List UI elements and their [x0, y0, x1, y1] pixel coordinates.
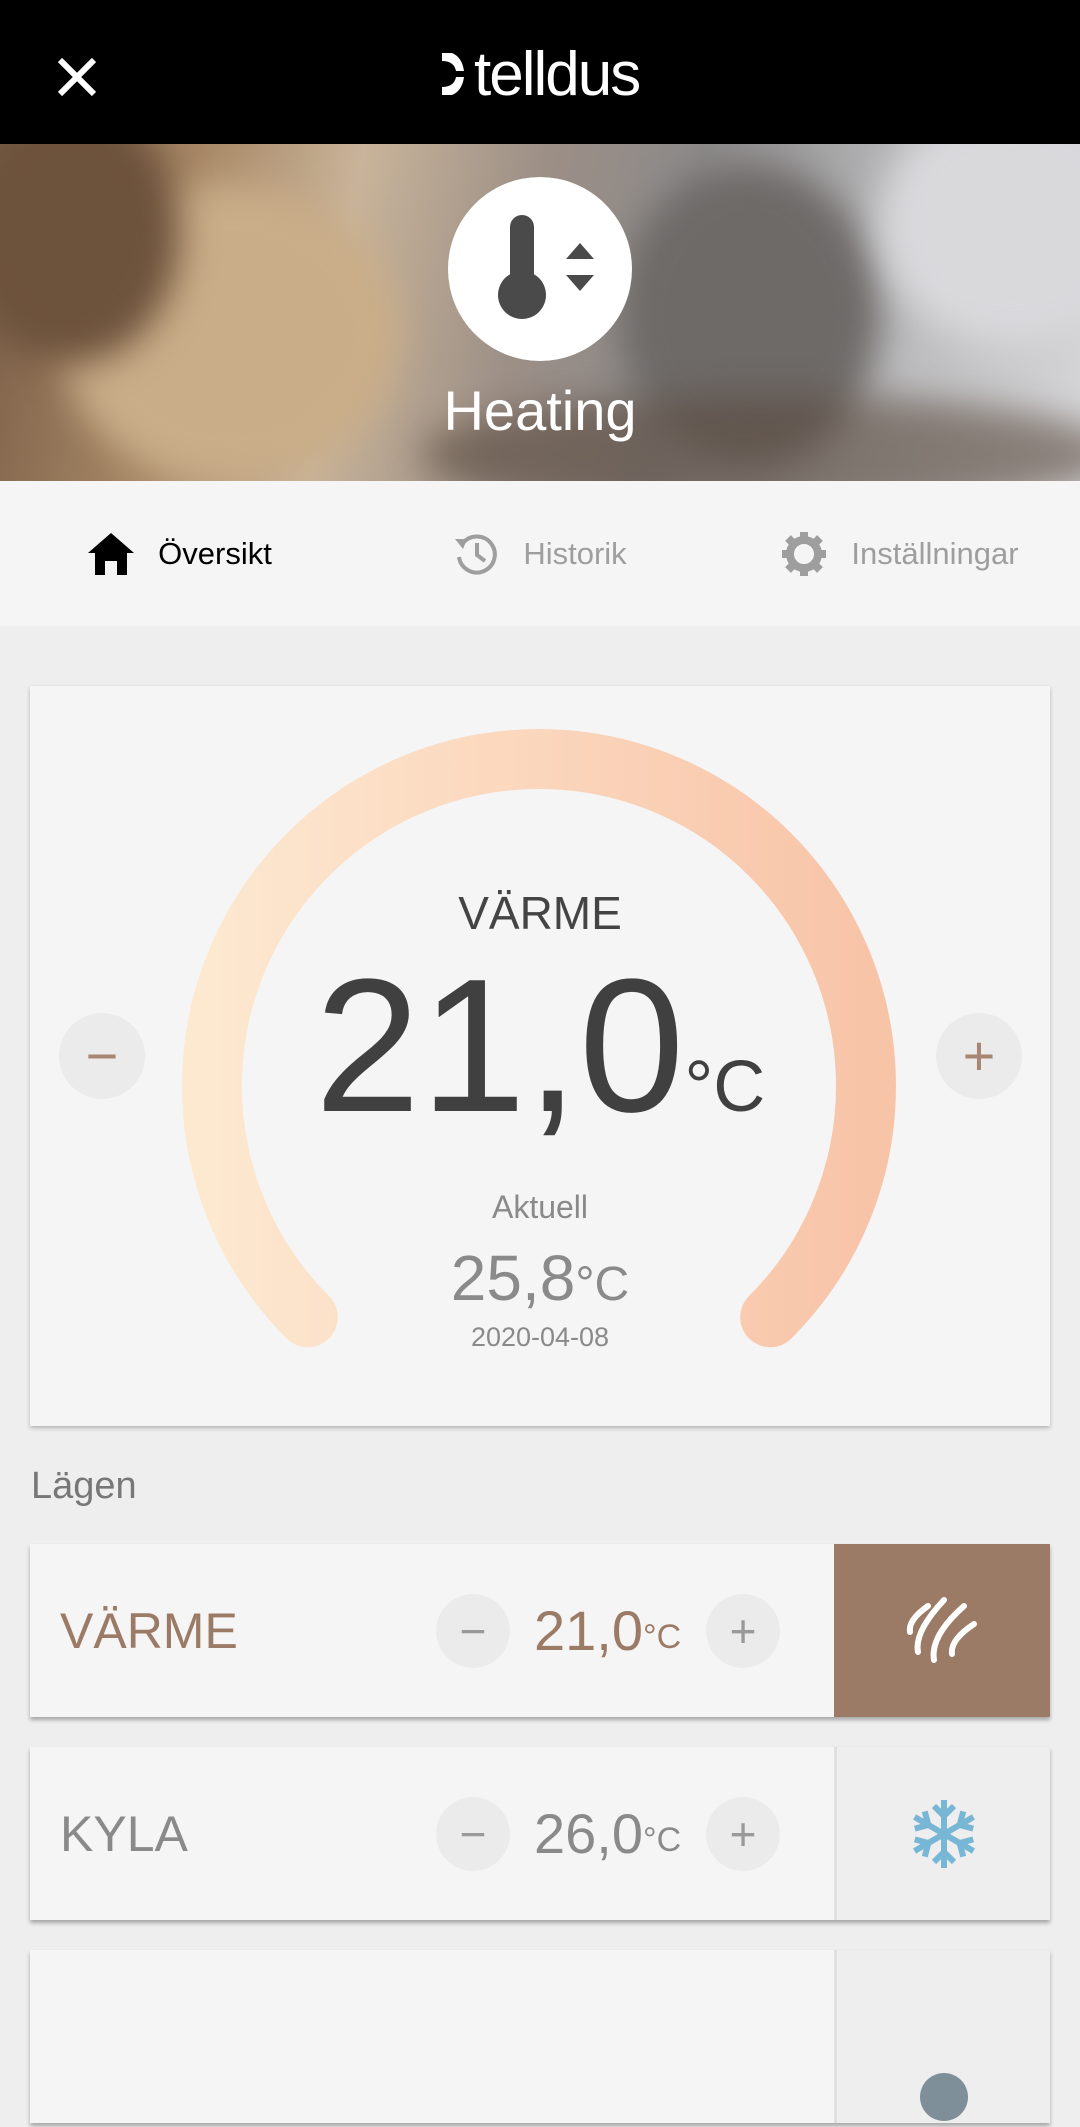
gear-icon: [782, 531, 827, 576]
snowflake-icon: [908, 1799, 980, 1868]
mode-row-partial[interactable]: [30, 1950, 1050, 2123]
decrease-button[interactable]: −: [436, 1594, 510, 1668]
setpoint: 21,0°C: [30, 951, 1050, 1141]
thermostat-icon: [448, 177, 632, 361]
cool-mode-button[interactable]: [834, 1747, 1050, 1920]
decrease-button[interactable]: −: [436, 1797, 510, 1871]
current-label: Aktuell: [491, 1189, 589, 1225]
setpoint-unit: °C: [684, 1047, 766, 1127]
mode-row-cool[interactable]: KYLA − 26,0 °C +: [30, 1747, 1050, 1920]
tab-label: Historik: [523, 535, 627, 571]
mode-label: VÄRME: [458, 887, 622, 939]
mode-value: 21,0 °C: [534, 1544, 681, 1717]
app-header: telldus: [0, 0, 1080, 144]
tab-history[interactable]: Historik: [360, 481, 720, 626]
close-icon[interactable]: [52, 52, 102, 102]
mode-icon: [919, 2072, 968, 2121]
modes-title: Lägen: [31, 1465, 137, 1507]
telldus-logo: telldus: [440, 40, 641, 109]
mode-temp: 21,0: [534, 1599, 643, 1662]
thermostat-card: − + VÄRME 21,0°C Aktuell 25,8°C 2020-04-…: [30, 686, 1050, 1426]
tab-overview[interactable]: Översikt: [0, 481, 360, 626]
brand-name: telldus: [474, 39, 641, 109]
heat-icon: [906, 1596, 977, 1663]
setpoint-value: 21,0: [314, 940, 685, 1152]
home-icon: [88, 532, 135, 575]
history-icon: [455, 534, 498, 574]
mode-button[interactable]: [834, 1950, 1050, 2123]
current-value: 25,8: [450, 1242, 576, 1314]
reading-date: 2020-04-08: [470, 1322, 610, 1352]
mode-row-heat[interactable]: VÄRME − 21,0 °C +: [30, 1544, 1050, 1717]
mode-unit: °C: [643, 1618, 682, 1656]
mode-unit: °C: [643, 1821, 682, 1859]
mode-temp: 26,0: [534, 1802, 643, 1865]
device-title: Heating: [443, 379, 637, 442]
increase-button[interactable]: +: [706, 1797, 780, 1871]
tab-label: Översikt: [158, 535, 272, 571]
mode-name: KYLA: [60, 1805, 188, 1862]
tab-settings[interactable]: Inställningar: [720, 481, 1080, 626]
mode-name: VÄRME: [60, 1602, 238, 1659]
mode-value: 26,0 °C: [534, 1747, 681, 1920]
heat-mode-button[interactable]: [834, 1544, 1050, 1717]
current-unit: °C: [575, 1258, 630, 1311]
current-temp: 25,8°C: [30, 1241, 1050, 1315]
tab-label: Inställningar: [851, 535, 1019, 571]
increase-button[interactable]: +: [706, 1594, 780, 1668]
tab-bar: Översikt Historik Inställningar: [0, 481, 1080, 626]
